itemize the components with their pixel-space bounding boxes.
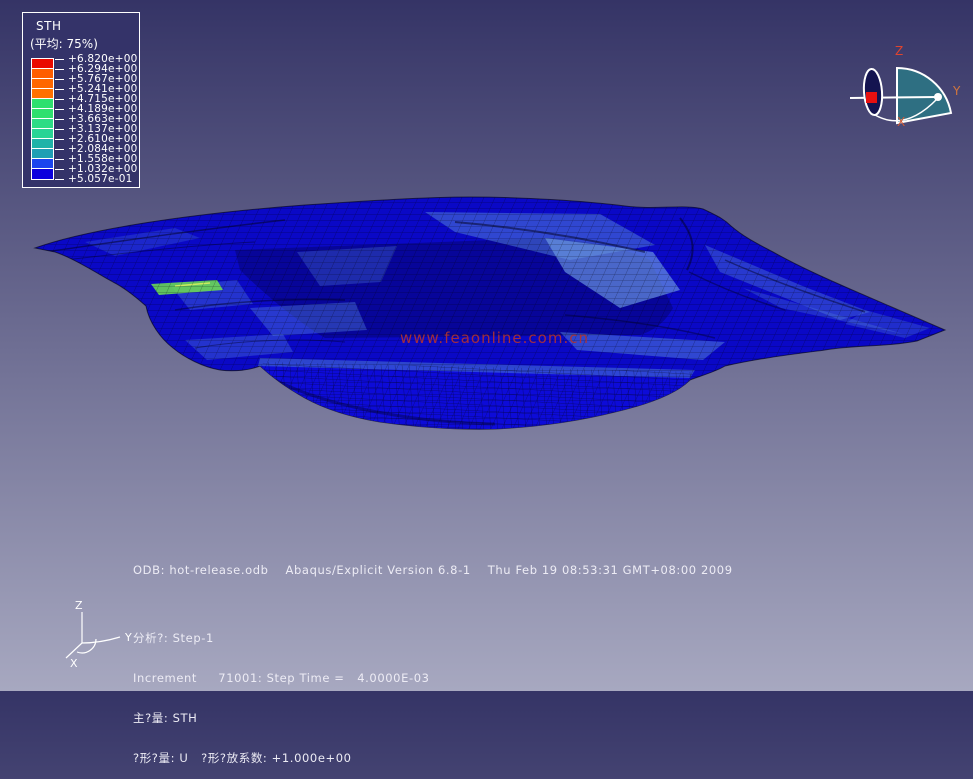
legend-color-chip bbox=[32, 99, 53, 109]
compass-y-label: Y bbox=[952, 84, 961, 98]
contour-legend: STH (平均: 75%) +6.820e+00+6.294e+00+5.767… bbox=[22, 12, 140, 188]
abaqus-viewport[interactable]: { "viewport": { "bg_top": "#353466", "bg… bbox=[0, 0, 973, 691]
triad-x-label: X bbox=[70, 657, 78, 670]
legend-tick bbox=[55, 109, 64, 110]
compass-z-label: Z bbox=[895, 44, 903, 58]
legend-color-chip bbox=[32, 149, 53, 159]
legend-color-chip bbox=[32, 89, 53, 99]
coordinate-triad: Z Y X bbox=[55, 595, 145, 670]
compass-y-end-dot bbox=[934, 93, 942, 101]
legend-color-chip bbox=[32, 129, 53, 139]
view-compass[interactable]: Z Y X bbox=[845, 35, 970, 130]
legend-color-chip bbox=[32, 109, 53, 119]
primary-var-line: 主?量: STH bbox=[133, 712, 430, 725]
triad-arc bbox=[77, 639, 96, 653]
legend-tick bbox=[55, 149, 64, 150]
mesh-grid bbox=[25, 190, 960, 440]
legend-tick bbox=[55, 179, 64, 180]
legend-tick bbox=[55, 139, 64, 140]
state-block: 分析?: Step-1 Increment 71001: Step Time =… bbox=[133, 605, 430, 779]
legend-tick bbox=[55, 159, 64, 160]
deformed-mesh-plot[interactable]: www.feaonline.com.cn bbox=[25, 190, 960, 440]
legend-tick-label: +5.057e-01 bbox=[68, 174, 132, 184]
step-line: 分析?: Step-1 bbox=[133, 632, 430, 645]
compass-x-label: X bbox=[897, 115, 905, 129]
compass-origin-marker bbox=[866, 92, 877, 103]
legend-tick bbox=[55, 119, 64, 120]
legend-color-chip bbox=[32, 139, 53, 149]
odb-title-line: ODB: hot-release.odb Abaqus/Explicit Ver… bbox=[133, 563, 733, 577]
legend-tick bbox=[55, 99, 64, 100]
legend-color-chip bbox=[32, 169, 53, 179]
legend-averaging-label: (平均: 75%) bbox=[30, 35, 98, 52]
triad-x-axis bbox=[66, 643, 82, 658]
increment-line: Increment 71001: Step Time = 4.0000E-03 bbox=[133, 672, 430, 685]
legend-tick bbox=[55, 79, 64, 80]
legend-color-chip bbox=[32, 79, 53, 89]
triad-y-axis bbox=[82, 637, 120, 643]
legend-color-chip bbox=[32, 59, 53, 69]
legend-scale: +6.820e+00+6.294e+00+5.767e+00+5.241e+00… bbox=[32, 59, 138, 180]
legend-tick bbox=[55, 169, 64, 170]
legend-tick bbox=[55, 129, 64, 130]
legend-tick bbox=[55, 89, 64, 90]
legend-tick bbox=[55, 69, 64, 70]
legend-color-chip bbox=[32, 69, 53, 79]
deformed-var-line: ?形?量: U ?形?放系数: +1.000e+00 bbox=[133, 752, 430, 765]
legend-title: STH bbox=[36, 19, 61, 33]
compass-y-axis-line bbox=[850, 97, 938, 98]
legend-color-chip bbox=[32, 159, 53, 169]
triad-y-label: Y bbox=[124, 631, 132, 644]
triad-z-label: Z bbox=[75, 599, 83, 612]
legend-color-chip bbox=[32, 119, 53, 129]
mesh-surface: www.feaonline.com.cn bbox=[25, 190, 960, 440]
legend-tick bbox=[55, 59, 64, 60]
watermark-text: www.feaonline.com.cn bbox=[400, 329, 589, 347]
